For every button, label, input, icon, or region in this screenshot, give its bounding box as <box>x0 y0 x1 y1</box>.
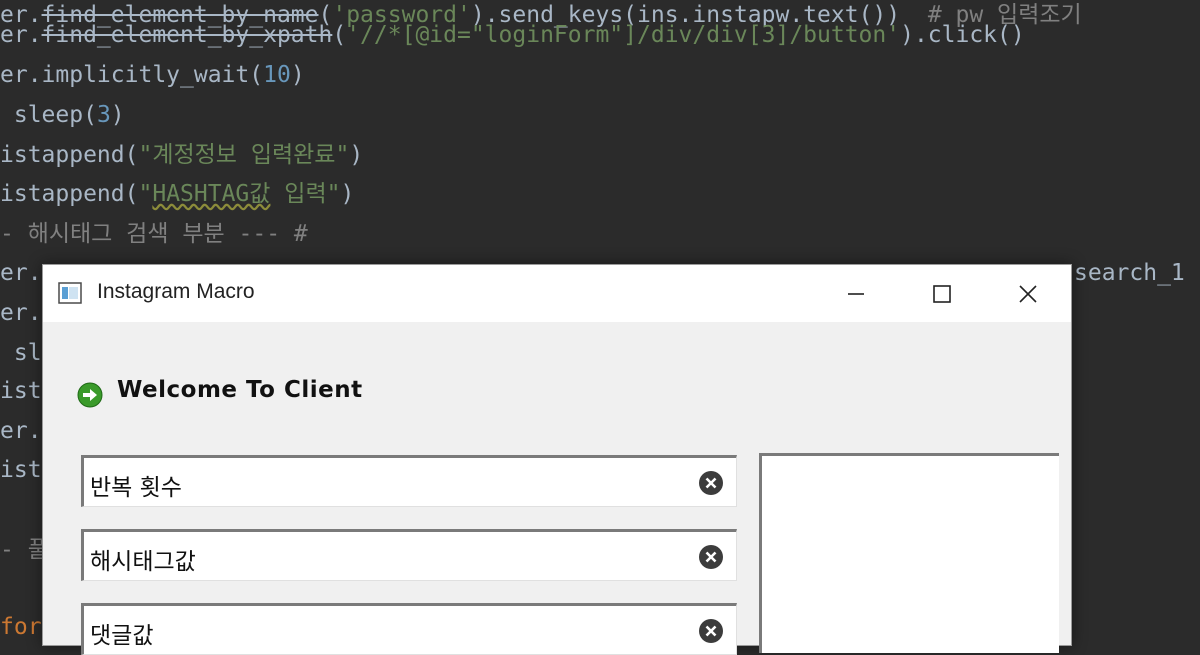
repeat-count-input[interactable]: 반복 횟수 <box>81 455 737 507</box>
code-line-fragment: search_1 <box>1074 260 1185 286</box>
code-token: ( <box>332 22 347 48</box>
green-arrow-circle-icon <box>77 382 103 408</box>
code-token: ) <box>340 181 355 207</box>
code-line: istappend("계정정보 입력완료") <box>0 135 363 175</box>
code-token: "계정정보 입력완료" <box>138 142 350 168</box>
code-line: sleep(3) <box>0 95 125 135</box>
code-line: - 해시태그 검색 부분 --- # <box>0 214 308 254</box>
code-token: - 해시태그 검색 부분 --- # <box>0 221 308 247</box>
maximize-icon <box>933 284 951 303</box>
code-token: er. <box>0 260 42 286</box>
code-line: er. <box>0 253 42 293</box>
app-window-icon <box>58 282 82 304</box>
maximize-button[interactable] <box>907 265 977 322</box>
code-token: er. <box>0 418 42 444</box>
code-line: er. <box>0 411 42 451</box>
code-token: ).click() <box>900 22 1025 48</box>
code-token: istappend( <box>0 181 139 207</box>
code-token: sleep( <box>0 102 97 128</box>
hashtag-value: 해시태그값 <box>90 549 196 575</box>
code-token: ist <box>0 457 42 483</box>
code-token: ist <box>0 378 42 404</box>
code-token: 입력" <box>270 181 341 207</box>
code-line: ist <box>0 371 42 411</box>
code-token: ) <box>290 62 305 88</box>
code-token: istappend( <box>0 142 139 168</box>
title-bar[interactable]: Instagram Macro <box>43 265 1071 322</box>
close-button[interactable] <box>993 265 1063 322</box>
welcome-heading: Welcome To Client <box>117 377 363 403</box>
comment-input[interactable]: 댓글값 <box>81 603 737 655</box>
code-token: ) <box>110 102 125 128</box>
code-token: er.implicitly_wait( <box>0 62 264 88</box>
instagram-macro-window: Instagram Macro Welcome To Client 반복 횟수 <box>42 264 1072 655</box>
code-line: istappend("HASHTAG값 입력") <box>0 174 354 214</box>
clear-icon[interactable] <box>698 544 724 570</box>
code-token: er. <box>0 22 42 48</box>
code-token: 3 <box>96 102 111 128</box>
code-token: " <box>138 181 153 207</box>
code-line: ist <box>0 450 42 490</box>
code-line: er.implicitly_wait(10) <box>0 55 305 95</box>
code-token: HASHTAG값 <box>152 181 271 207</box>
window-title: Instagram Macro <box>97 280 255 303</box>
code-token: 10 <box>263 62 291 88</box>
code-token: find_element_by_xpath <box>41 22 333 48</box>
close-icon <box>1019 284 1037 303</box>
code-token: '//*[@id="loginForm"]/div/div[3]/button' <box>346 22 901 48</box>
hashtag-input[interactable]: 해시태그값 <box>81 529 737 581</box>
comment-value: 댓글값 <box>90 623 154 649</box>
clear-icon[interactable] <box>698 470 724 496</box>
code-line: for <box>0 607 42 647</box>
repeat-count-value: 반복 횟수 <box>90 475 182 501</box>
code-token: ) <box>349 142 364 168</box>
clear-icon[interactable] <box>698 618 724 644</box>
minimize-icon <box>848 292 864 295</box>
code-line: er.find_element_by_xpath('//*[@id="login… <box>0 15 1025 55</box>
minimize-button[interactable] <box>821 265 891 322</box>
log-listbox[interactable] <box>759 453 1059 653</box>
code-token: for <box>0 614 42 640</box>
